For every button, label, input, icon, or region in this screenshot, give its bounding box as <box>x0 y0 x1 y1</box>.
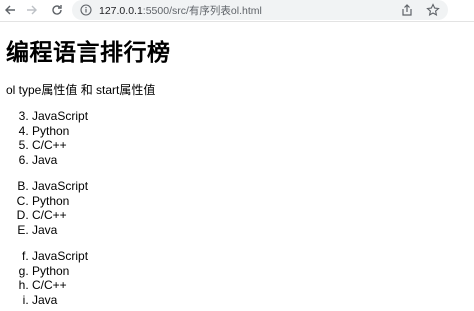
url-path: :5500/src/有序列表ol.html <box>142 5 262 17</box>
bookmark-star-icon[interactable] <box>426 3 440 17</box>
list-item: JavaScript <box>32 179 88 194</box>
share-icon[interactable] <box>400 3 414 17</box>
browser-toolbar: 127.0.0.1:5500/src/有序列表ol.html <box>0 0 474 22</box>
ordered-list-numeric: JavaScript Python C/C++ Java <box>0 109 88 167</box>
list-item: C/C++ <box>32 278 88 293</box>
reload-button[interactable] <box>47 1 67 19</box>
reload-icon <box>52 5 62 15</box>
page-description: ol type属性值 和 start属性值 <box>6 83 156 97</box>
address-bar[interactable]: 127.0.0.1:5500/src/有序列表ol.html <box>72 0 448 20</box>
list-item: Java <box>32 153 88 168</box>
list-item: Java <box>32 293 88 308</box>
list-item: Python <box>32 124 88 139</box>
url-host: 127.0.0.1 <box>99 5 143 17</box>
page-content: 编程语言排行榜 ol type属性值 和 start属性值 JavaScript… <box>0 22 474 311</box>
info-icon[interactable] <box>80 4 92 16</box>
list-item: JavaScript <box>32 109 88 124</box>
list-item: Java <box>32 223 88 238</box>
ordered-list-lower-alpha: JavaScript Python C/C++ Java <box>0 249 88 307</box>
page-title: 编程语言排行榜 <box>6 40 171 66</box>
list-item: Python <box>32 194 88 209</box>
forward-arrow-icon <box>27 5 37 15</box>
back-button[interactable] <box>0 1 20 19</box>
list-item: Python <box>32 264 88 279</box>
back-arrow-icon <box>5 5 15 15</box>
list-item: C/C++ <box>32 208 88 223</box>
forward-button[interactable] <box>22 1 42 19</box>
list-item: C/C++ <box>32 138 88 153</box>
list-item: JavaScript <box>32 249 88 264</box>
url-text[interactable]: 127.0.0.1:5500/src/有序列表ol.html <box>99 3 262 18</box>
ordered-list-upper-alpha: JavaScript Python C/C++ Java <box>0 179 88 237</box>
